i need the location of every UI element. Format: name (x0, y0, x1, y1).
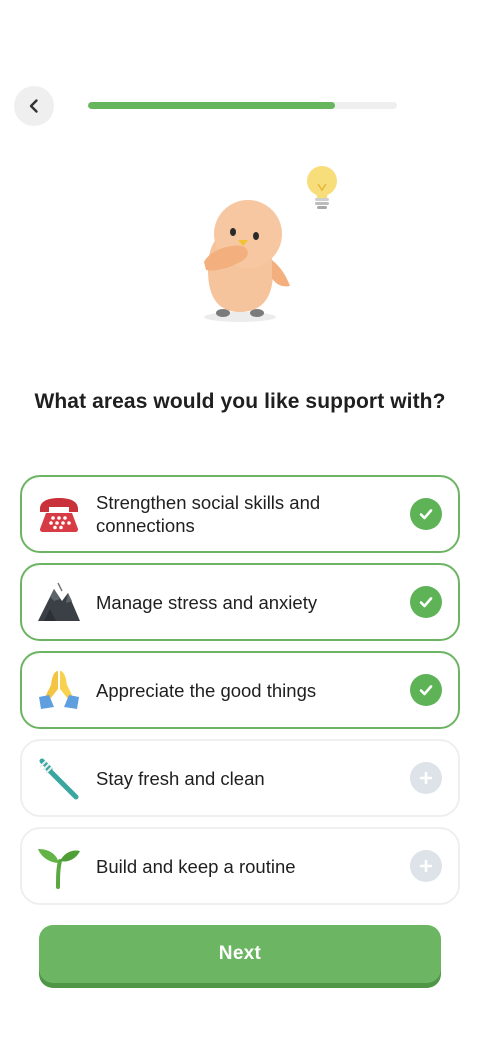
back-button[interactable] (14, 86, 54, 126)
progress-bar (88, 102, 397, 109)
mascot-illustration (190, 160, 350, 330)
option-appreciate[interactable]: Appreciate the good things (20, 651, 460, 729)
question-heading: What areas would you like support with? (34, 390, 446, 413)
option-label: Appreciate the good things (96, 679, 317, 701)
check-icon (410, 674, 442, 706)
mascot-thinking-icon (204, 166, 337, 322)
mountain-icon (36, 579, 82, 625)
check-icon (410, 498, 442, 530)
seedling-icon (36, 843, 82, 889)
folded-hands-icon (36, 667, 82, 713)
lightbulb-icon (307, 166, 337, 209)
next-button[interactable]: Next (39, 925, 441, 983)
plus-icon (410, 762, 442, 794)
option-stress[interactable]: Manage stress and anxiety (20, 563, 460, 641)
onboarding-screen: What areas would you like support with? … (0, 0, 480, 1040)
progress-fill (88, 102, 336, 109)
option-label: Strengthen social skills and connections (96, 492, 321, 536)
option-label: Build and keep a routine (96, 855, 296, 877)
option-social-skills[interactable]: Strengthen social skills and connections (20, 475, 460, 553)
chevron-left-icon (29, 99, 38, 113)
toothbrush-icon (36, 755, 82, 801)
telephone-icon (36, 491, 82, 537)
check-icon (410, 586, 442, 618)
option-label: Stay fresh and clean (96, 767, 265, 789)
option-routine[interactable]: Build and keep a routine (20, 827, 460, 905)
options-list: Strengthen social skills and connections… (20, 475, 460, 915)
plus-icon (410, 850, 442, 882)
option-fresh-clean[interactable]: Stay fresh and clean (20, 739, 460, 817)
option-label: Manage stress and anxiety (96, 591, 318, 613)
